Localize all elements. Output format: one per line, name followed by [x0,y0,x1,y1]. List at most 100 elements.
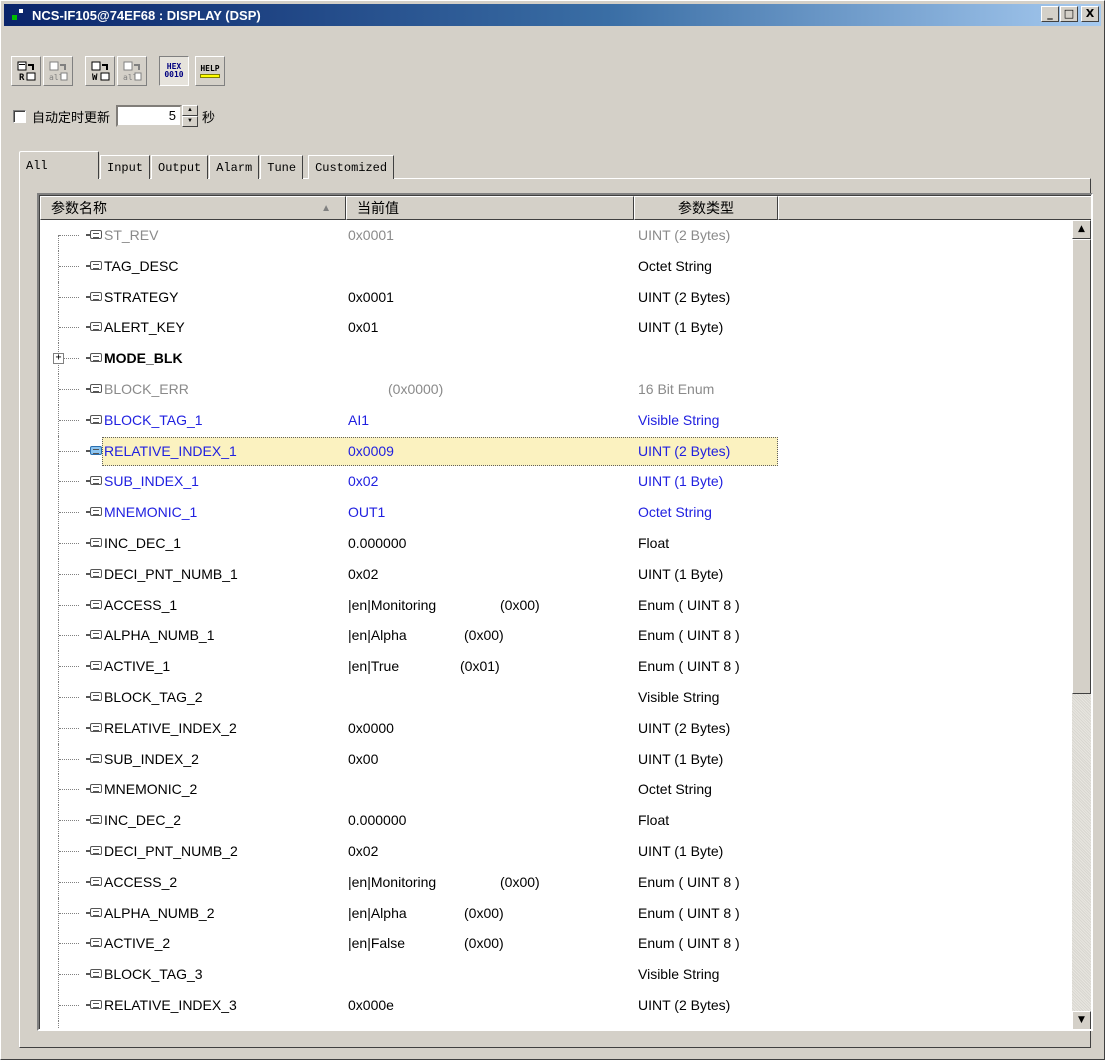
table-row[interactable]: SUB_INDEX_3 0x02 UINT (1 Byte) [40,1020,1073,1029]
parameter-icon [86,383,102,393]
title-bar[interactable]: NCS-IF105@74EF68 : DISPLAY (DSP) _ □ X [4,4,1101,26]
parameter-value: |en|Alpha (0x00) [348,620,504,650]
write-button[interactable]: W [85,56,115,86]
auto-update-checkbox[interactable] [13,109,26,123]
table-row[interactable]: + MODE_BLK [40,343,1073,374]
table-row[interactable]: RELATIVE_INDEX_3 0x000e UINT (2 Bytes) [40,989,1073,1021]
table-row[interactable]: ALERT_KEY 0x01 UINT (1 Byte) [40,312,1073,344]
table-row[interactable]: ACCESS_2 |en|Monitoring (0x00) Enum ( UINT … [40,866,1073,898]
table-row[interactable]: BLOCK_TAG_3 Visible String [40,959,1073,990]
parameter-value: 0x02 [348,559,378,589]
parameter-value-text: 0x0000 [348,719,394,736]
tab-all[interactable]: All [19,151,99,179]
parameter-icon [86,260,102,270]
tab-customized[interactable]: Customized [308,155,395,179]
expand-icon[interactable]: + [53,353,64,365]
table-row[interactable]: ALPHA_NUMB_1 |en|Alpha (0x00) Enum ( UINT 8… [40,620,1073,652]
maximize-button[interactable]: □ [1060,6,1078,22]
table-row[interactable]: ALPHA_NUMB_2 |en|Alpha (0x00) Enum ( UINT 8… [40,897,1073,929]
parameter-icon [86,722,102,732]
read-button[interactable]: R [11,56,41,86]
parameter-value: (0x0000) [388,374,443,404]
parameter-value-text: (0x0000) [388,380,444,397]
tree-connector [50,1020,100,1029]
parameter-value: 0x0000 [348,713,394,743]
parameter-type: UINT (1 Byte) [638,565,724,582]
tab-input[interactable]: Input [100,155,151,179]
parameter-icon [86,322,102,332]
parameter-name: INC_DEC_1 [104,534,182,551]
parameter-icon [86,568,102,578]
parameter-type: Visible String [638,411,720,428]
table-row[interactable]: ACTIVE_2 |en|False (0x00) Enum ( UINT 8 ) [40,928,1073,960]
parameter-icon [86,969,102,979]
parameter-value: 0x0001 [348,282,394,312]
help-label: HELP [200,63,220,73]
column-header-name[interactable]: 参数名称 ▲ [40,196,346,220]
write-icon: W [91,61,110,82]
table-row[interactable]: MNEMONIC_1 OUT1 Octet String [40,497,1073,528]
parameter-value-code: (0x01) [460,658,500,675]
parameter-name: TAG_DESC [104,257,179,274]
table-row[interactable]: RELATIVE_INDEX_2 0x0000 UINT (2 Bytes) [40,712,1073,744]
tab-strip: All Input Output Alarm Tune Customized [19,151,395,179]
parameter-value: 0x0009 [348,436,394,466]
table-row[interactable]: SUB_INDEX_2 0x00 UINT (1 Byte) [40,743,1073,775]
spin-up-button[interactable]: ▲ [182,105,199,116]
column-header-type[interactable]: 参数类型 [634,196,778,220]
parameter-name: ALPHA_NUMB_1 [104,627,215,644]
interval-input[interactable]: 5 [116,105,183,127]
parameter-value-text: |en|True [348,658,400,675]
table-row[interactable]: INC_DEC_2 0.000000 Float [40,805,1073,836]
help-button[interactable]: HELP [195,56,225,86]
parameter-type: Enum ( UINT 8 ) [638,873,740,890]
table-row[interactable]: DECI_PNT_NUMB_2 0x02 UINT (1 Byte) [40,835,1073,867]
table-row[interactable]: BLOCK_TAG_2 Visible String [40,681,1073,713]
read-all-button[interactable]: all [43,56,73,86]
table-row[interactable]: RELATIVE_INDEX_1 0x0009 UINT (2 Bytes) [40,435,1073,467]
table-row[interactable]: INC_DEC_1 0.000000 Float [40,527,1073,559]
parameter-value: |en|True (0x01) [348,651,500,681]
table-row[interactable]: SUB_INDEX_1 0x02 UINT (1 Byte) [40,466,1073,498]
column-header-type-label: 参数类型 [678,200,734,216]
hex-icon: HEX 0010 [164,62,184,79]
close-button[interactable]: X [1081,6,1099,22]
parameter-type: UINT (2 Bytes) [638,719,731,736]
parameter-type: UINT (2 Bytes) [638,442,731,459]
tab-alarm[interactable]: Alarm [209,155,260,179]
column-header-value[interactable]: 当前值 [346,196,634,220]
table-row[interactable]: TAG_DESC Octet String [40,250,1073,282]
parameter-type: Enum ( UINT 8 ) [638,904,740,921]
parameter-icon [86,815,102,825]
parameter-icon [86,784,102,794]
vertical-scrollbar[interactable]: ▲ ▼ [1072,220,1091,1029]
parameter-name: BLOCK_ERR [104,380,189,397]
parameter-type: UINT (2 Bytes) [638,227,731,243]
table-row[interactable]: ACTIVE_1 |en|True (0x01) Enum ( UINT 8 ) [40,651,1073,682]
parameter-type: Octet String [638,504,712,521]
table-row[interactable]: DECI_PNT_NUMB_1 0x02 UINT (1 Byte) [40,558,1073,590]
hex-toggle-button[interactable]: HEX 0010 [159,56,189,86]
minimize-button[interactable]: _ [1041,6,1059,22]
parameter-type: Float [638,812,670,829]
window-title: NCS-IF105@74EF68 : DISPLAY (DSP) [32,7,261,23]
read-icon: R [17,61,36,82]
table-row[interactable]: ACCESS_1 |en|Monitoring (0x00) Enum ( UINT … [40,589,1073,621]
table-row[interactable]: BLOCK_TAG_1 AI1 Visible String [40,404,1073,436]
column-header-empty[interactable] [778,196,1091,220]
scroll-down-button[interactable]: ▼ [1072,1011,1091,1029]
table-row[interactable]: ST_REV 0x0001 UINT (2 Bytes) [40,220,1073,251]
scroll-up-button[interactable]: ▲ [1072,220,1091,239]
write-all-button[interactable]: all [117,56,147,86]
parameter-name: DECI_PNT_NUMB_1 [104,565,238,582]
parameter-type: Visible String [638,966,720,983]
table-row[interactable]: MNEMONIC_2 Octet String [40,774,1073,806]
table-row[interactable]: STRATEGY 0x0001 UINT (2 Bytes) [40,281,1073,313]
tab-tune[interactable]: Tune [260,155,304,179]
table-row[interactable]: BLOCK_ERR (0x0000) 16 Bit Enum [40,373,1073,405]
parameter-icon [86,230,102,239]
parameter-type: Octet String [638,781,712,798]
scroll-thumb[interactable] [1072,239,1091,694]
tab-output[interactable]: Output [151,155,209,179]
spin-down-button[interactable]: ▼ [182,116,199,127]
